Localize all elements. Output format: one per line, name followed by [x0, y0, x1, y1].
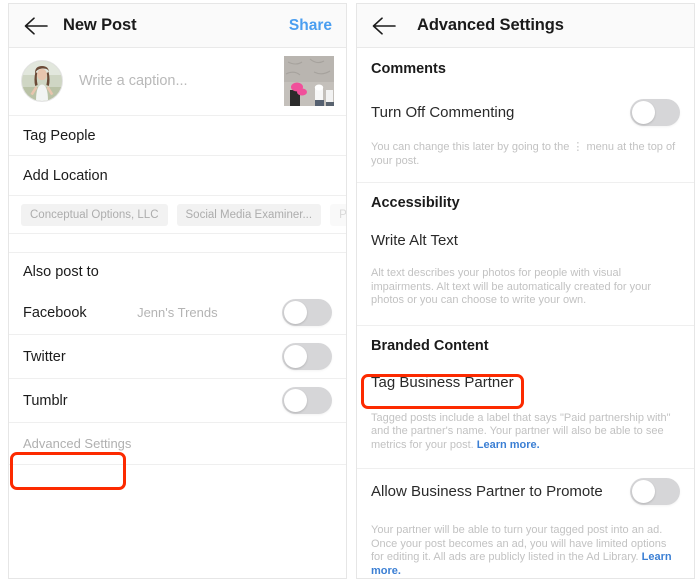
- toggle-knob: [632, 479, 655, 503]
- commenting-help-before: You can change this later by going to th…: [371, 141, 570, 153]
- row-add-location[interactable]: Add Location: [9, 156, 346, 196]
- tag-business-partner-label: Tag Business Partner: [371, 374, 514, 391]
- toggle-allow-partner-promote[interactable]: [630, 477, 680, 505]
- caption-input[interactable]: Write a caption...: [79, 73, 284, 89]
- branded-content-help-text: Tagged posts include a label that says "…: [357, 400, 694, 453]
- row-add-location-label: Add Location: [23, 167, 108, 184]
- page-title: Advanced Settings: [417, 16, 564, 34]
- row-tag-people[interactable]: Tag People: [9, 116, 346, 156]
- new-post-panel: New Post Share Write a caption... Tag Pe…: [8, 3, 347, 579]
- toggle-knob: [284, 345, 307, 368]
- post-thumbnail[interactable]: [284, 55, 334, 106]
- screenshot-stage: New Post Share Write a caption... Tag Pe…: [0, 0, 700, 582]
- location-chip[interactable]: Social Media Examiner...: [176, 203, 322, 226]
- new-post-appbar: New Post Share: [9, 4, 346, 48]
- section-heading-accessibility: Accessibility: [357, 183, 694, 223]
- row-tag-people-label: Tag People: [23, 127, 96, 144]
- facebook-account-name: Jenn's Trends: [137, 305, 218, 320]
- toggle-facebook[interactable]: [282, 299, 332, 326]
- service-row-twitter[interactable]: Twitter: [9, 335, 346, 379]
- service-label-twitter: Twitter: [23, 348, 66, 365]
- location-suggestions: Conceptual Options, LLC Social Media Exa…: [9, 196, 346, 234]
- caption-composer-row: Write a caption...: [9, 48, 346, 116]
- commenting-help-text: You can change this later by going to th…: [357, 134, 694, 168]
- alt-text-help-text: Alt text describes your photos for peopl…: [371, 267, 652, 306]
- advanced-settings-button[interactable]: Advanced Settings: [9, 423, 346, 465]
- row-tag-business-partner[interactable]: Tag Business Partner: [357, 366, 694, 400]
- service-row-facebook[interactable]: Facebook Jenn's Trends: [9, 291, 346, 335]
- allow-partner-promote-label: Allow Business Partner to Promote: [371, 482, 603, 500]
- arrow-left-icon[interactable]: [371, 13, 397, 39]
- arrow-left-icon[interactable]: [23, 13, 49, 39]
- location-chip[interactable]: Pow: [330, 203, 346, 226]
- allow-partner-promote-help-text: Your partner will be able to turn your t…: [357, 513, 694, 578]
- also-post-to-label: Also post to: [23, 264, 99, 280]
- toggle-knob: [284, 389, 307, 412]
- section-heading-accessibility-label: Accessibility: [371, 195, 460, 211]
- toggle-turn-off-commenting[interactable]: [630, 98, 680, 126]
- turn-off-commenting-label: Turn Off Commenting: [371, 103, 515, 121]
- row-turn-off-commenting[interactable]: Turn Off Commenting: [357, 90, 694, 134]
- overflow-menu-icon: ⋮: [572, 141, 584, 153]
- section-heading-comments: Comments: [357, 48, 694, 90]
- advanced-settings-appbar: Advanced Settings: [357, 4, 694, 48]
- row-allow-partner-promote[interactable]: Allow Business Partner to Promote: [357, 469, 694, 513]
- location-chip[interactable]: Conceptual Options, LLC: [21, 203, 168, 226]
- toggle-knob: [284, 301, 307, 324]
- learn-more-link[interactable]: Learn more.: [477, 439, 540, 451]
- service-row-tumblr[interactable]: Tumblr: [9, 379, 346, 423]
- page-title: New Post: [63, 16, 137, 34]
- toggle-tumblr[interactable]: [282, 387, 332, 414]
- service-label-facebook: Facebook: [23, 304, 87, 321]
- row-write-alt-text[interactable]: Write Alt Text: [357, 223, 694, 257]
- service-label-tumblr: Tumblr: [23, 392, 68, 409]
- avatar: [21, 59, 63, 102]
- advanced-settings-label: Advanced Settings: [23, 436, 132, 451]
- allow-partner-promote-help-body: Your partner will be able to turn your t…: [371, 524, 667, 563]
- section-heading-comments-label: Comments: [371, 61, 446, 77]
- toggle-knob: [632, 100, 655, 124]
- write-alt-text-label: Write Alt Text: [371, 231, 458, 249]
- also-post-to-title: Also post to: [9, 253, 346, 291]
- share-button[interactable]: Share: [289, 17, 332, 35]
- section-gap: [9, 234, 346, 253]
- advanced-settings-panel: Advanced Settings Comments Turn Off Comm…: [356, 3, 695, 579]
- section-heading-branded-content-label: Branded Content: [371, 337, 489, 354]
- toggle-twitter[interactable]: [282, 343, 332, 370]
- section-heading-branded-content: Branded Content: [357, 326, 694, 366]
